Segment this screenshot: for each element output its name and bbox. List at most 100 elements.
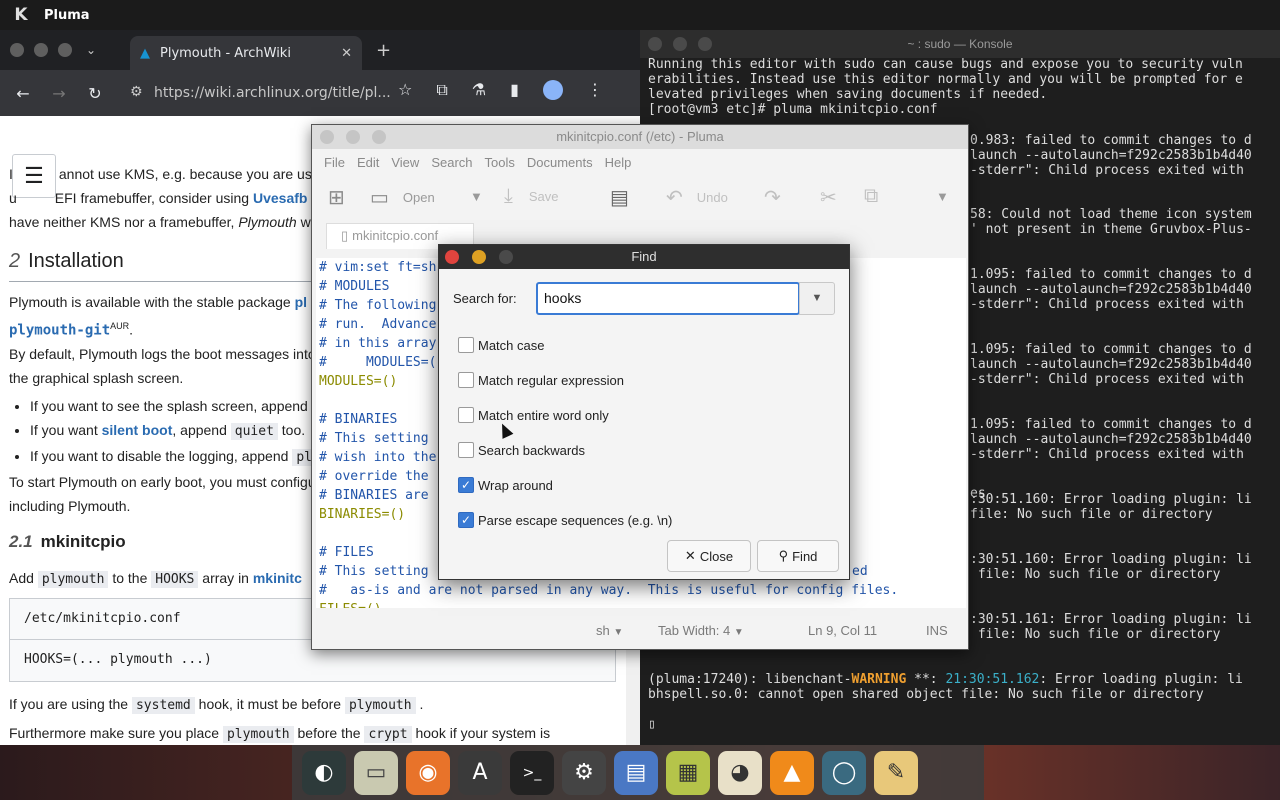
menu-documents[interactable]: Documents — [521, 155, 599, 170]
reload-icon[interactable]: ↻ — [80, 84, 110, 103]
toolbar-overflow[interactable]: ▼ — [936, 189, 949, 204]
terminal-icon[interactable]: >_ — [510, 750, 554, 795]
language-selector[interactable]: sh ▼ — [596, 623, 623, 638]
warning-label: WARNING — [851, 672, 907, 687]
editor-line: BINARIES=() — [319, 507, 406, 522]
copy-icon: ⧉ — [864, 185, 879, 207]
window-close-icon[interactable] — [445, 250, 459, 264]
terminal-line: -stderr": Child process exited with — [970, 163, 1244, 178]
window-maximize-icon[interactable] — [372, 130, 386, 144]
screenshot-icon[interactable]: ◯ — [822, 750, 866, 795]
terminal-line: -stderr": Child process exited with — [970, 372, 1244, 387]
tab-close-icon[interactable]: ✕ — [341, 46, 352, 61]
silent-boot-link[interactable]: silent boot — [102, 422, 173, 438]
window-maximize-icon[interactable] — [698, 37, 712, 51]
window-minimize-icon[interactable] — [673, 37, 687, 51]
window-close-icon[interactable] — [10, 43, 24, 57]
search-history-dropdown[interactable]: ▼ — [799, 282, 835, 315]
window-maximize-icon[interactable] — [58, 43, 72, 57]
window-minimize-icon[interactable] — [472, 250, 486, 264]
copy-button[interactable]: ⧉ — [864, 185, 878, 208]
extensions-icon[interactable]: ⧉ — [436, 80, 447, 100]
side-panel-icon[interactable]: ▮ — [510, 80, 519, 100]
terminal-line: Running this editor with sudo can cause … — [648, 57, 1243, 72]
undo-button[interactable]: ↶ Undo — [666, 185, 728, 210]
window-minimize-icon[interactable] — [34, 43, 48, 57]
section-heading-mkinitcpio: 2.1 mkinitcpio — [9, 532, 126, 552]
print-button[interactable]: ▤ — [610, 185, 629, 210]
kde-menu-icon[interactable]: K — [10, 4, 32, 26]
find-button[interactable]: ⚲ Find — [757, 540, 839, 572]
match-word-checkbox[interactable]: Match entire word only — [458, 407, 609, 423]
firefox-icon[interactable]: ◉ — [406, 750, 450, 795]
back-icon[interactable]: ← — [8, 84, 38, 103]
find-titlebar: Find — [439, 245, 849, 269]
font-viewer-icon[interactable]: A — [458, 750, 502, 795]
list-item: If you want to see the splash screen, ap… — [30, 394, 316, 418]
paragraph: By default, Plymouth logs the boot messa… — [9, 346, 316, 362]
site-info-icon[interactable]: ⚙ — [130, 84, 143, 100]
document-viewer-icon[interactable]: ▤ — [614, 750, 658, 795]
search-input[interactable]: hooks — [536, 282, 800, 315]
terminal-cursor[interactable]: ▯ — [648, 717, 656, 732]
redo-button[interactable]: ↷ — [764, 185, 781, 210]
address-bar[interactable]: ⚙ https://wiki.archlinux.org/title/pl... — [124, 76, 444, 110]
menu-search[interactable]: Search — [425, 155, 478, 170]
editor-line: MODULES=() — [319, 374, 398, 389]
menu-kebab-icon[interactable]: ⋮ — [587, 80, 603, 100]
tab-width-selector[interactable]: Tab Width: 4 ▼ — [658, 623, 744, 638]
new-button[interactable]: ⊞ — [328, 185, 345, 210]
code: HOOKS — [151, 571, 199, 588]
browser-tab[interactable]: ▲ Plymouth - ArchWiki ✕ — [130, 36, 362, 70]
profile-avatar[interactable] — [542, 80, 563, 100]
text-editor-icon[interactable]: ✎ — [874, 750, 918, 795]
window-close-icon[interactable] — [320, 130, 334, 144]
cut-button[interactable]: ✂ — [820, 185, 837, 210]
editor-line: # BINARIES are — [319, 488, 429, 503]
terminal-line: file: No such file or directory — [970, 567, 1221, 582]
package-link[interactable]: pl — [295, 294, 307, 310]
menu-tools[interactable]: Tools — [479, 155, 521, 170]
code: quiet — [230, 423, 278, 440]
parse-escapes-checkbox[interactable]: ✓ Parse escape sequences (e.g. \n) — [458, 512, 672, 528]
gimp-icon[interactable]: ◕ — [718, 750, 762, 795]
open-button[interactable]: ▭ Open — [370, 185, 435, 210]
terminal-line: 58: Could not load theme icon system — [970, 207, 1252, 222]
window-maximize-icon[interactable] — [499, 250, 513, 264]
code: crypt — [364, 726, 412, 743]
chevron-down-icon: ▼ — [470, 189, 483, 204]
spreadsheet-icon[interactable]: ▦ — [666, 750, 710, 795]
folder-open-icon: ▭ — [370, 187, 389, 209]
match-regex-checkbox[interactable]: Match regular expression — [458, 372, 624, 388]
menu-edit[interactable]: Edit — [351, 155, 385, 170]
budgie-icon[interactable]: ◐ — [302, 750, 346, 795]
text: : Error loading plugin: li — [1039, 672, 1243, 687]
match-case-checkbox[interactable]: Match case — [458, 337, 544, 353]
plymouth-git-link[interactable]: plymouth-git — [9, 323, 110, 339]
new-tab-icon[interactable]: + — [376, 40, 391, 61]
open-recent-dropdown[interactable]: ▼ — [470, 189, 483, 204]
window-close-icon[interactable] — [648, 37, 662, 51]
menu-view[interactable]: View — [385, 155, 425, 170]
konsole-title: ~ : sudo — Konsole — [907, 37, 1013, 51]
tab-search-icon[interactable]: ⌄ — [86, 43, 96, 57]
terminal-line: file: No such file or directory — [970, 507, 1213, 522]
settings-icon[interactable]: ⚙ — [562, 750, 606, 795]
menu-help[interactable]: Help — [599, 155, 638, 170]
close-button[interactable]: ✕ Close — [667, 540, 751, 572]
save-button[interactable]: ⤓ Save — [504, 185, 558, 208]
search-backwards-checkbox[interactable]: Search backwards — [458, 442, 585, 458]
editor-line-fragment: ed — [852, 564, 868, 579]
pluma-menubar: File Edit View Search Tools Documents He… — [312, 149, 968, 175]
window-minimize-icon[interactable] — [346, 130, 360, 144]
wrap-around-checkbox[interactable]: ✓ Wrap around — [458, 477, 553, 493]
code: systemd — [131, 697, 195, 714]
files-icon[interactable]: ▭ — [354, 750, 398, 795]
mkinitcpio-link[interactable]: mkinitc — [253, 570, 302, 586]
labs-icon[interactable]: ⚗ — [472, 80, 486, 100]
bookmark-star-icon[interactable]: ☆ — [398, 80, 412, 100]
uvesafb-link[interactable]: Uvesafb — [253, 190, 307, 206]
vlc-icon[interactable]: ▲ — [770, 750, 814, 795]
forward-icon[interactable]: → — [44, 84, 74, 103]
menu-file[interactable]: File — [318, 155, 351, 170]
